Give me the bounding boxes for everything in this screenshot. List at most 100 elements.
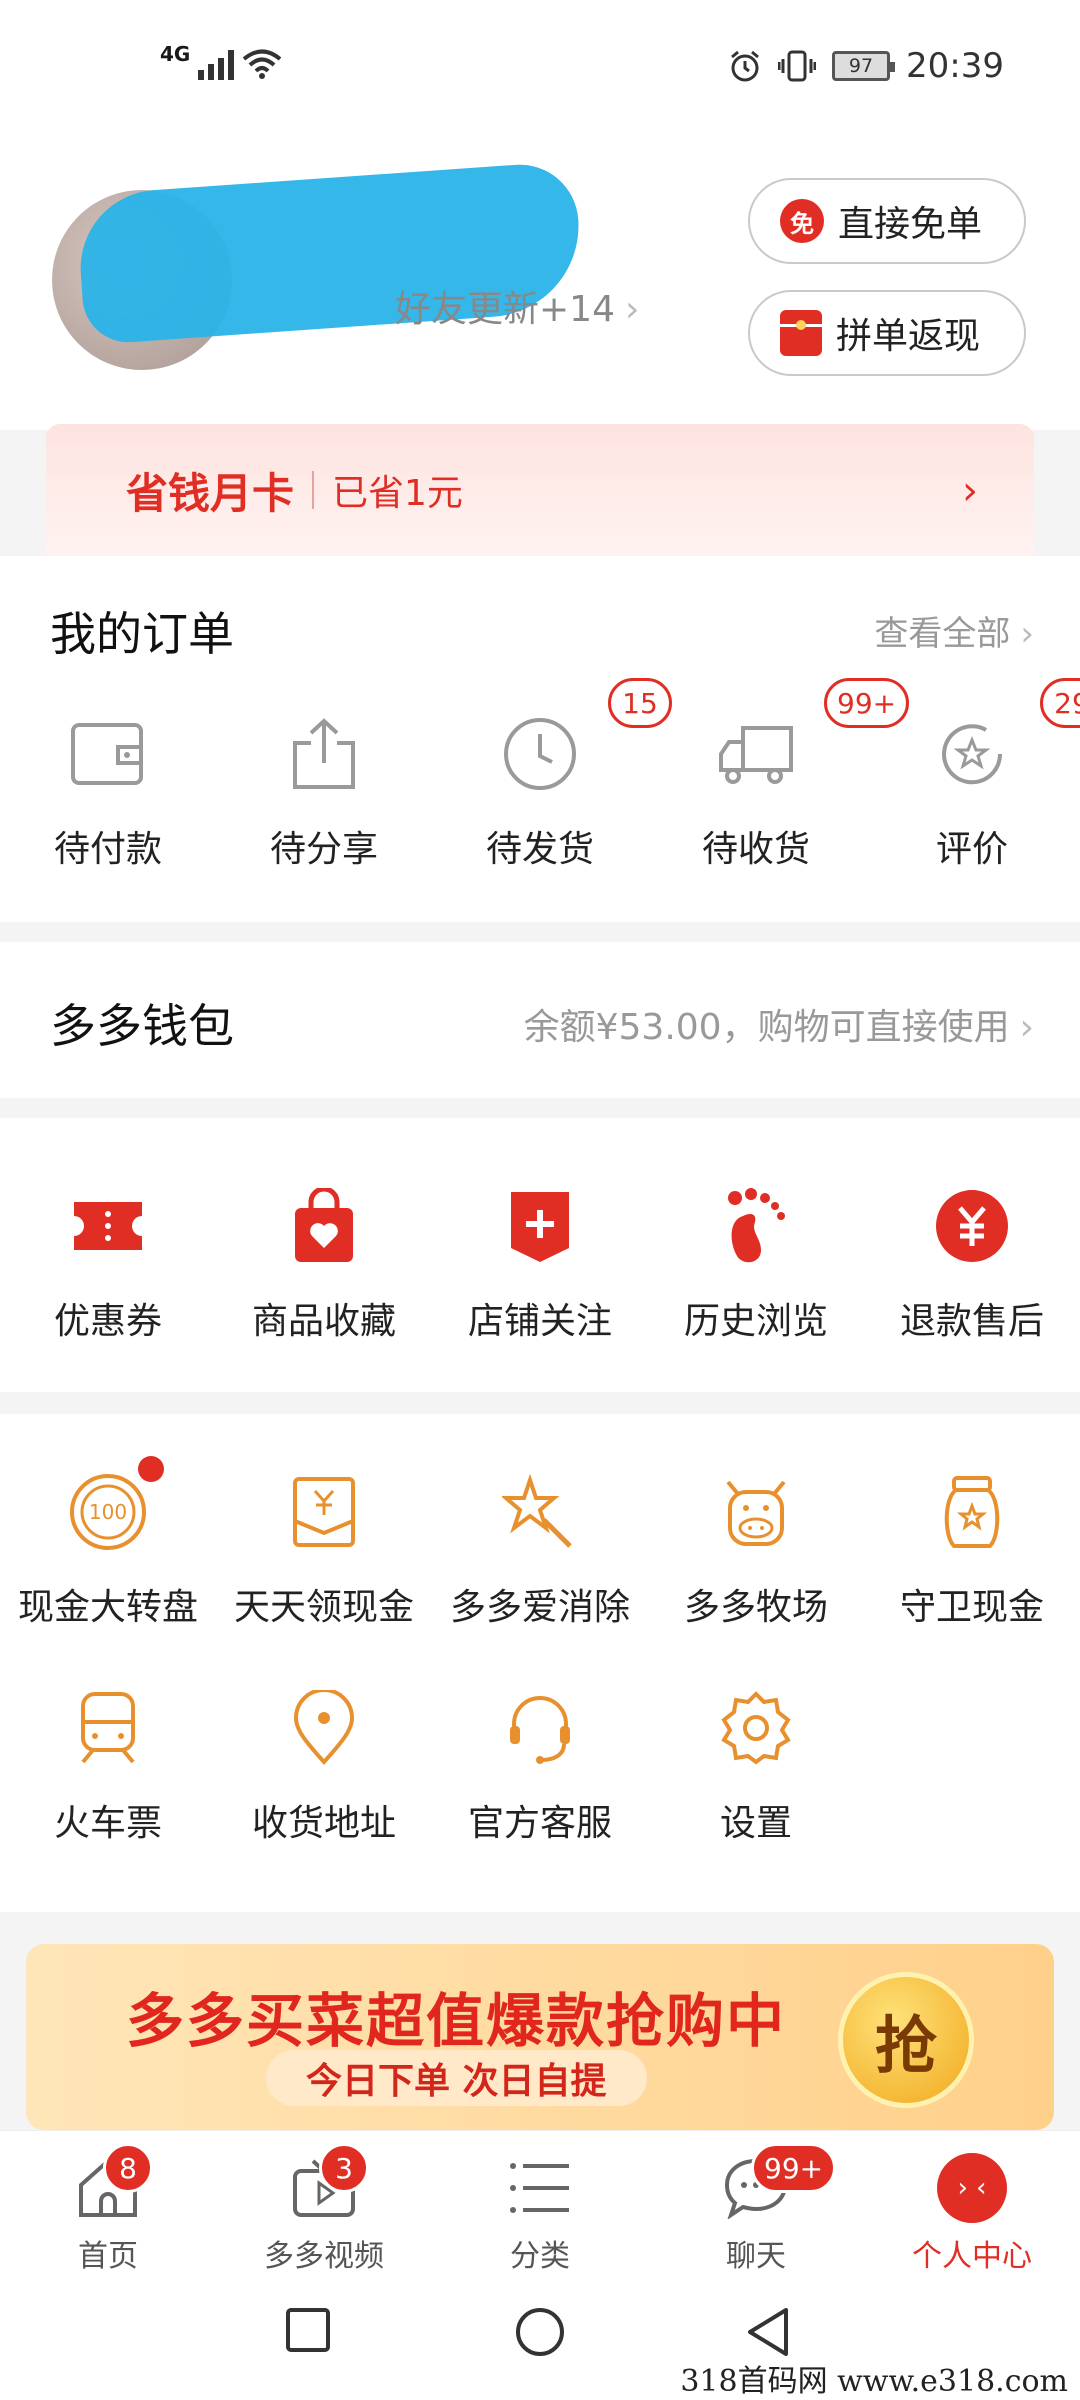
wheel-value: 100 <box>89 1500 127 1524</box>
store-follow-icon <box>492 1178 588 1274</box>
gear-icon <box>708 1680 804 1776</box>
system-nav-bar: 318首码网 www.e318.com <box>0 2280 1080 2400</box>
friends-update-link[interactable]: 好友更新+14 › <box>395 280 639 332</box>
tab-category[interactable]: 分类 <box>432 2131 648 2280</box>
alarm-icon <box>731 50 759 82</box>
truck-icon: 99+ <box>708 678 910 802</box>
coupon-icon <box>60 1178 156 1274</box>
section-title: 我的订单 <box>50 607 234 661</box>
store-follow-entry[interactable]: 店铺关注 <box>432 1178 648 1344</box>
service-label: 收货地址 <box>251 1803 396 1844</box>
order-pending-receipt[interactable]: 99+ 待收货 <box>648 678 910 872</box>
status-bar: 4G 97 20:39 <box>0 0 1080 130</box>
view-all-orders-link[interactable]: 查看全部 › <box>874 606 1034 655</box>
chevron-right-icon: › <box>962 468 978 514</box>
services-section: 100 现金大转盘 天天领现金 多多爱消除 多多牧场 守卫现金 火车票 收货地址… <box>0 1414 1080 1912</box>
tool-label: 历史浏览 <box>683 1301 828 1342</box>
notification-dot <box>138 1456 164 1482</box>
footprint-icon <box>708 1178 804 1274</box>
refund-icon <box>924 1178 1020 1274</box>
cash-wheel-entry[interactable]: 100 现金大转盘 <box>0 1456 216 1630</box>
banner-title: 多多买菜超值爆款抢购中 <box>126 1987 787 2055</box>
tab-label: 多多视频 <box>264 2239 384 2274</box>
home-circle-icon[interactable] <box>514 2306 566 2358</box>
order-label: 评价 <box>935 829 1008 870</box>
wallet-icon <box>60 706 156 802</box>
watermark: 318首码网 www.e318.com <box>676 2356 1072 2400</box>
tool-label: 商品收藏 <box>251 1301 396 1342</box>
order-review[interactable]: 29 评价 <box>864 678 1080 872</box>
tab-video[interactable]: 3 多多视频 <box>216 2131 432 2280</box>
back-icon[interactable] <box>744 2306 792 2358</box>
chat-bubble-icon: 99+ <box>721 2143 837 2223</box>
service-label: 现金大转盘 <box>17 1587 198 1628</box>
order-count-badge: 29 <box>1040 678 1080 728</box>
order-pending-payment[interactable]: 待付款 <box>0 706 216 872</box>
share-icon <box>276 706 372 802</box>
cow-icon <box>708 1464 804 1560</box>
star-wand-icon <box>492 1464 588 1560</box>
headset-icon <box>492 1680 588 1776</box>
list-icon <box>505 2153 575 2223</box>
grocery-promo-banner[interactable]: 多多买菜超值爆款抢购中 今日下单 次日自提 抢 <box>26 1944 1054 2130</box>
vibrate-icon <box>778 50 817 82</box>
group-cashback-label: 拼单返现 <box>836 316 981 357</box>
tab-label: 分类 <box>510 2239 570 2274</box>
banner-subtitle: 今日下单 次日自提 <box>266 2050 647 2106</box>
wallet-balance: 余额¥53.00，购物可直接使用 › <box>523 1007 1034 1048</box>
tab-badge: 3 <box>319 2143 369 2193</box>
signal-icon <box>198 48 235 80</box>
favorite-bag-icon <box>276 1178 372 1274</box>
customer-service-entry[interactable]: 官方客服 <box>432 1680 648 1846</box>
tools-section: 优惠券 商品收藏 店铺关注 历史浏览 退款售后 <box>0 1118 1080 1392</box>
status-right: 97 20:39 <box>728 46 1004 86</box>
wallet-title: 多多钱包 <box>50 999 234 1053</box>
home-icon: 8 <box>73 2143 153 2223</box>
address-entry[interactable]: 收货地址 <box>216 1680 432 1846</box>
tab-profile[interactable]: › ‹ 个人中心 <box>864 2131 1080 2280</box>
duoduo-farm-entry[interactable]: 多多牧场 <box>648 1464 864 1630</box>
wheel-icon: 100 <box>60 1456 164 1560</box>
train-ticket-entry[interactable]: 火车票 <box>0 1680 216 1846</box>
service-label: 火车票 <box>53 1803 162 1844</box>
refund-entry[interactable]: 退款售后 <box>864 1178 1080 1344</box>
grab-button[interactable]: 抢 <box>838 1972 974 2108</box>
tool-label: 退款售后 <box>899 1301 1044 1342</box>
savings-month-card[interactable]: 省钱月卡 已省1元 › <box>46 424 1034 556</box>
tab-label: 聊天 <box>726 2239 786 2274</box>
free-order-label: 直接免单 <box>838 204 983 245</box>
divider <box>312 471 315 509</box>
review-icon: 29 <box>924 678 1080 802</box>
settings-entry[interactable]: 设置 <box>648 1680 864 1846</box>
free-badge-icon: 免 <box>780 199 824 243</box>
order-label: 待分享 <box>269 829 378 870</box>
month-card-title: 省钱月卡 <box>126 468 295 518</box>
favorites-entry[interactable]: 商品收藏 <box>216 1178 432 1344</box>
red-envelope-icon <box>780 310 822 356</box>
tab-chat[interactable]: 99+ 聊天 <box>648 2131 864 2280</box>
profile-header: 好友更新+14 › 免 直接免单 拼单返现 <box>0 130 1080 430</box>
group-cashback-button[interactable]: 拼单返现 <box>748 290 1026 376</box>
recents-icon[interactable] <box>284 2306 332 2354</box>
free-order-button[interactable]: 免 直接免单 <box>748 178 1026 264</box>
service-label: 设置 <box>719 1803 792 1844</box>
jar-icon <box>924 1464 1020 1560</box>
order-pending-shipment[interactable]: 15 待发货 <box>432 678 672 872</box>
duoduo-eliminate-entry[interactable]: 多多爱消除 <box>432 1464 648 1630</box>
history-entry[interactable]: 历史浏览 <box>648 1178 864 1344</box>
bottom-tab-bar: 8 首页 3 多多视频 分类 99+ 聊天 › ‹ 个人中心 <box>0 2130 1080 2280</box>
my-orders-section: 我的订单 查看全部 › 待付款 待分享 15 待发货 99+ 待收货 2 评价 <box>0 556 1080 922</box>
order-pending-share[interactable]: 待分享 <box>216 706 432 872</box>
wifi-icon <box>243 49 282 79</box>
coupon-entry[interactable]: 优惠券 <box>0 1178 216 1344</box>
service-label: 多多爱消除 <box>449 1587 630 1628</box>
order-label: 待付款 <box>53 829 162 870</box>
location-icon <box>276 1680 372 1776</box>
cash-envelope-icon <box>276 1464 372 1560</box>
duoduo-wallet-row[interactable]: 多多钱包 余额¥53.00，购物可直接使用 › <box>0 942 1080 1098</box>
guard-cash-entry[interactable]: 守卫现金 <box>864 1464 1080 1630</box>
tab-home[interactable]: 8 首页 <box>0 2131 216 2280</box>
train-icon <box>60 1680 156 1776</box>
daily-cash-entry[interactable]: 天天领现金 <box>216 1464 432 1630</box>
network-type: 4G <box>160 42 191 66</box>
